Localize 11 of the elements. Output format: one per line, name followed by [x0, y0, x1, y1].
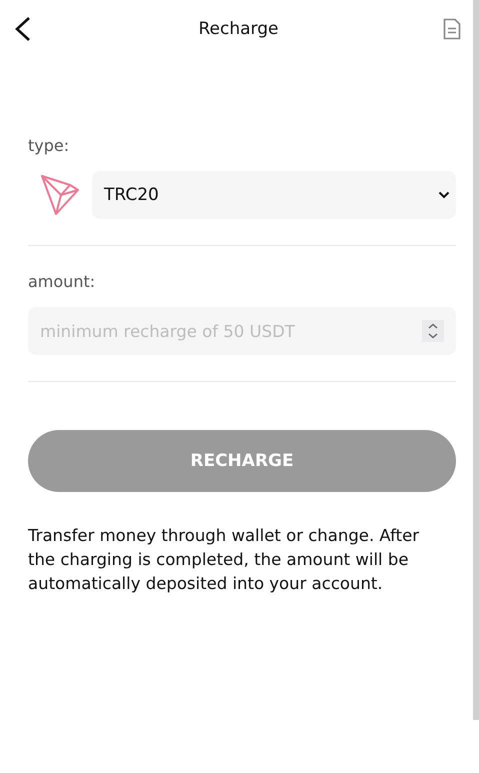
amount-field[interactable]: minimum recharge of 50 USDT	[28, 307, 456, 355]
spinner-icon[interactable]	[422, 320, 444, 342]
document-icon[interactable]	[443, 18, 461, 40]
chevron-down-icon	[438, 191, 450, 199]
triangle-logo-icon	[40, 174, 80, 216]
scrollbar[interactable]	[473, 0, 479, 720]
page-title: Recharge	[198, 19, 278, 39]
type-label: type:	[28, 136, 70, 155]
amount-label: amount:	[28, 272, 96, 291]
info-text: Transfer money through wallet or change. After the charging is completed, the amount will be automatically deposited into your account.	[28, 525, 420, 595]
type-select[interactable]: TRC20	[92, 171, 456, 219]
